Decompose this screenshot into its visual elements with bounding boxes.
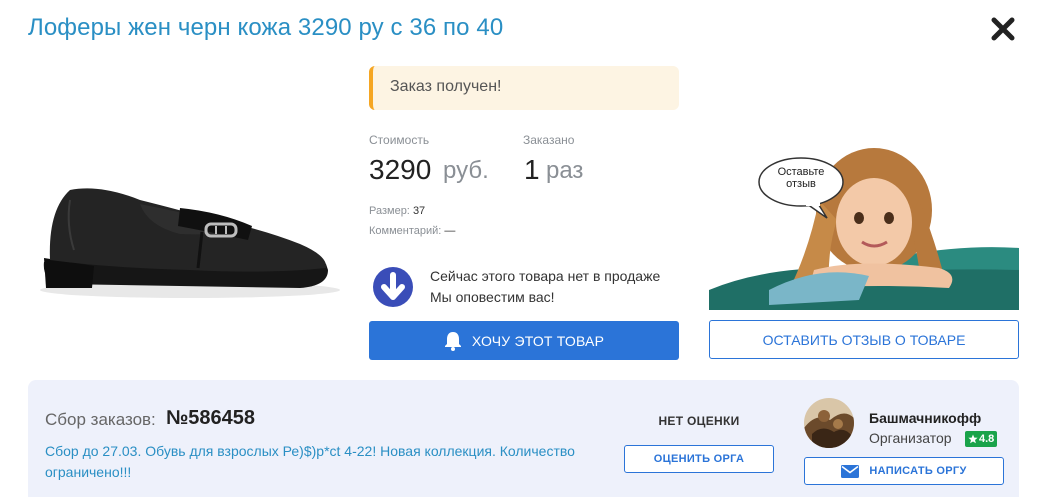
availability-line-1: Сейчас этого товара нет в продаже bbox=[430, 268, 661, 284]
collection-description-link[interactable]: Сбор до 27.03. Обувь для взрослых Ре)$)р… bbox=[45, 441, 605, 483]
ordered-unit: раз bbox=[546, 157, 584, 184]
product-image bbox=[30, 170, 340, 310]
size-label: Размер: bbox=[369, 205, 410, 217]
organizer-rating-value: 4.8 bbox=[979, 433, 995, 445]
leave-review-button[interactable]: ОСТАВИТЬ ОТЗЫВ О ТОВАРЕ bbox=[709, 320, 1019, 359]
organizer-rating-badge: 4.8 bbox=[965, 431, 998, 447]
organizer-avatar[interactable] bbox=[804, 398, 854, 448]
write-organizer-label: НАПИСАТЬ ОРГУ bbox=[869, 465, 967, 477]
want-product-label: ХОЧУ ЭТОТ ТОВАР bbox=[471, 332, 605, 349]
organizer-name[interactable]: Башмачникофф bbox=[869, 410, 981, 426]
close-icon bbox=[991, 17, 1015, 41]
price-unit: руб. bbox=[443, 157, 489, 184]
rate-organizer-label: ОЦЕНИТЬ ОРГА bbox=[653, 453, 745, 465]
collection-number: №586458 bbox=[166, 407, 256, 429]
bell-icon bbox=[444, 331, 461, 351]
ordered-value: 1 bbox=[524, 154, 540, 185]
ordered-label: Заказано bbox=[523, 133, 575, 147]
comment-row: Комментарий: — bbox=[369, 225, 455, 237]
want-product-button[interactable]: ХОЧУ ЭТОТ ТОВАР bbox=[369, 321, 679, 360]
organizer-role: Организатор bbox=[869, 430, 952, 446]
price-label: Стоимость bbox=[369, 133, 430, 147]
rate-organizer-button[interactable]: ОЦЕНИТЬ ОРГА bbox=[624, 445, 774, 473]
review-promo-image[interactable]: Оставьте отзыв bbox=[709, 140, 1019, 310]
order-status-notice: Заказ получен! bbox=[369, 66, 679, 110]
review-bubble-text: Оставьте отзыв bbox=[777, 166, 825, 190]
comment-label: Комментарий: bbox=[369, 225, 442, 237]
product-title: Лоферы жен черн кожа 3290 ру с 36 по 40 bbox=[28, 14, 504, 41]
order-status-text: Заказ получен! bbox=[390, 78, 502, 95]
star-icon bbox=[968, 434, 978, 444]
availability-line-2: Мы оповестим вас! bbox=[430, 289, 555, 305]
leave-review-label: ОСТАВИТЬ ОТЗЫВ О ТОВАРЕ bbox=[762, 331, 966, 348]
close-button[interactable] bbox=[988, 14, 1018, 44]
size-value: 37 bbox=[412, 205, 426, 217]
write-organizer-button[interactable]: НАПИСАТЬ ОРГУ bbox=[804, 457, 1004, 485]
size-row: Размер: 37 bbox=[369, 205, 425, 217]
envelope-icon bbox=[841, 464, 860, 478]
arrow-down-circle-icon bbox=[372, 266, 414, 308]
price-value: 3290 bbox=[369, 154, 432, 185]
comment-value: — bbox=[444, 225, 456, 237]
collection-label: Сбор заказов: bbox=[45, 410, 156, 429]
no-rating-label: НЕТ ОЦЕНКИ bbox=[658, 414, 740, 428]
